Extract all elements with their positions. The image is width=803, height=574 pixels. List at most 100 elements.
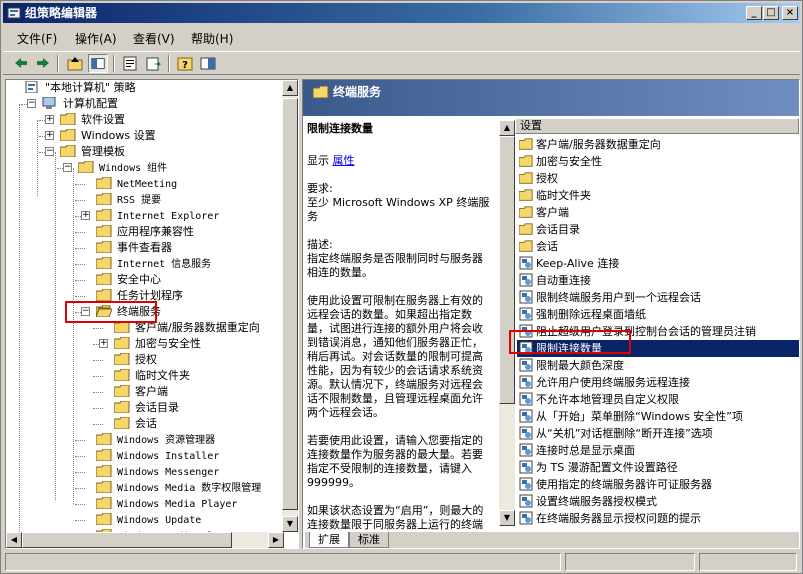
policy-setting-icon <box>519 443 533 457</box>
policy-setting-item[interactable]: 允许用户使用终端服务远程连接 <box>519 374 799 391</box>
close-button[interactable]: × <box>782 6 798 20</box>
collapse-icon[interactable]: − <box>27 99 36 108</box>
folder-icon <box>60 129 76 141</box>
expand-icon[interactable]: + <box>45 131 54 140</box>
tree-node[interactable]: 应用程序兼容性 <box>96 224 196 240</box>
export-list-icon[interactable] <box>143 54 163 73</box>
tree-node-label: 应用程序兼容性 <box>117 225 194 238</box>
policy-setting-item[interactable]: 限制最大颜色深度 <box>519 357 799 374</box>
properties-icon[interactable] <box>120 54 140 73</box>
scroll-down-icon[interactable]: ▼ <box>282 516 298 532</box>
settings-folder-item[interactable]: 授权 <box>519 170 799 187</box>
collapse-icon[interactable]: − <box>45 147 54 156</box>
scroll-up-icon[interactable]: ▲ <box>282 80 298 96</box>
desc-scroll-up-icon[interactable]: ▲ <box>499 120 515 136</box>
show-properties-line: 显示 属性 <box>307 154 355 167</box>
menu-help[interactable]: 帮助(H) <box>191 30 233 47</box>
tree-node[interactable]: 客户端 <box>114 384 170 400</box>
scroll-left-icon[interactable]: ◀ <box>6 532 22 548</box>
policy-setting-item[interactable]: 从“关机”对话框删除“断开连接”选项 <box>519 425 799 442</box>
tree-node[interactable]: 临时文件夹 <box>114 368 192 384</box>
description-paragraph-1: 使用此设置可限制在服务器上有效的远程会话的数量。如果超出指定数量，试图进行连接的… <box>307 294 483 419</box>
tree-node[interactable]: 加密与安全性 <box>114 336 203 352</box>
tree-node-label: 加密与安全性 <box>135 337 201 350</box>
tree-node[interactable]: Windows 资源管理器 <box>96 432 217 448</box>
description-scrollbar[interactable]: ▲ ▼ <box>499 120 515 526</box>
settings-folder-item[interactable]: 会话目录 <box>519 221 799 238</box>
scroll-thumb-h[interactable] <box>22 532 232 548</box>
settings-column-header[interactable]: 设置 <box>515 118 799 134</box>
show-tree-icon[interactable] <box>88 54 108 73</box>
policy-setting-item[interactable]: 在终端服务器显示授权问题的提示 <box>519 510 799 527</box>
policy-setting-item[interactable]: Keep-Alive 连接 <box>519 255 799 272</box>
tree-node[interactable]: Windows Media 数字权限管理 <box>96 480 263 496</box>
tree-node[interactable]: Windows 组件 <box>78 160 169 176</box>
tree-node[interactable]: Windows Messenger <box>96 464 221 480</box>
tree-node[interactable]: 软件设置 <box>60 112 127 128</box>
tree-node[interactable]: 安全中心 <box>96 272 163 288</box>
scroll-right-icon[interactable]: ▶ <box>268 532 284 548</box>
tree-node[interactable]: 管理模板 <box>60 144 127 160</box>
details-title: 终端服务 <box>333 85 382 99</box>
tree-horizontal-scrollbar[interactable]: ◀ ▶ <box>6 532 284 548</box>
tree-node[interactable]: 计算机配置 <box>42 96 120 112</box>
tree-node[interactable]: "本地计算机" 策略 <box>24 80 138 96</box>
collapse-icon[interactable]: − <box>63 163 72 172</box>
scroll-thumb[interactable] <box>282 98 298 510</box>
policy-setting-item[interactable]: 使用指定的终端服务器许可证服务器 <box>519 476 799 493</box>
tree-node[interactable]: 会话目录 <box>114 400 181 416</box>
show-hide-icon[interactable] <box>198 54 218 73</box>
tree-node-label: 事件查看器 <box>117 241 172 254</box>
tree-node[interactable]: Internet Explorer <box>96 208 221 224</box>
tree-node[interactable]: Internet 信息服务 <box>96 256 213 272</box>
tree-node[interactable]: NetMeeting <box>96 176 179 192</box>
policy-setting-icon <box>519 511 533 525</box>
help-icon[interactable]: ? <box>175 54 195 73</box>
expand-icon[interactable]: + <box>99 339 108 348</box>
policy-setting-item[interactable]: 连接时总是显示桌面 <box>519 442 799 459</box>
title-bar[interactable]: 组策略编辑器 _ □ × <box>3 3 800 23</box>
desc-scroll-track[interactable] <box>499 136 515 510</box>
policy-setting-item[interactable]: 强制删除远程桌面墙纸 <box>519 306 799 323</box>
tab-extended[interactable]: 扩展 <box>309 532 349 548</box>
policy-setting-item[interactable]: 限制终端服务用户到一个远程会话 <box>519 289 799 306</box>
up-folder-icon[interactable] <box>65 54 85 73</box>
tree-node[interactable]: Windows Media Player <box>96 496 239 512</box>
policy-setting-item[interactable]: 不允许本地管理员自定义权限 <box>519 391 799 408</box>
settings-folder-item[interactable]: 临时文件夹 <box>519 187 799 204</box>
settings-folder-item[interactable]: 客户端/服务器数据重定向 <box>519 136 799 153</box>
tree-node[interactable]: Windows 设置 <box>60 128 158 144</box>
tab-standard[interactable]: 标准 <box>349 532 389 548</box>
settings-folder-item[interactable]: 会话 <box>519 238 799 255</box>
policy-setting-item[interactable]: 设置终端服务器授权模式 <box>519 493 799 510</box>
tree-node[interactable]: 授权 <box>114 352 159 368</box>
list-item-label: 从「开始」菜单删除“Windows 安全性”项 <box>536 410 743 423</box>
tree-node[interactable]: 事件查看器 <box>96 240 174 256</box>
desc-scroll-thumb[interactable] <box>499 136 515 404</box>
tree-node[interactable]: Windows Update <box>96 512 203 528</box>
tree-node-label: Windows 资源管理器 <box>117 435 216 446</box>
policy-setting-item[interactable]: 为 TS 漫游配置文件设置路径 <box>519 459 799 476</box>
settings-folder-item[interactable]: 客户端 <box>519 204 799 221</box>
maximize-button[interactable]: □ <box>763 6 779 20</box>
back-icon[interactable] <box>11 54 31 73</box>
forward-icon[interactable] <box>33 54 53 73</box>
expand-icon[interactable]: + <box>45 115 54 124</box>
policy-setting-item[interactable]: 从「开始」菜单删除“Windows 安全性”项 <box>519 408 799 425</box>
policy-setting-item[interactable]: 自动重连接 <box>519 272 799 289</box>
tree-node[interactable]: Windows Installer <box>96 448 221 464</box>
menu-file[interactable]: 文件(F) <box>17 30 57 47</box>
menu-view[interactable]: 查看(V) <box>133 30 175 47</box>
tree-vertical-scrollbar[interactable]: ▲ ▼ <box>282 80 298 532</box>
tree-node[interactable]: 会话 <box>114 416 159 432</box>
highlight-box-tree <box>65 301 157 323</box>
expand-icon[interactable]: + <box>81 211 90 220</box>
folder-icon <box>519 138 533 150</box>
desc-scroll-down-icon[interactable]: ▼ <box>499 510 515 526</box>
minimize-button[interactable]: _ <box>746 6 762 20</box>
settings-folder-item[interactable]: 加密与安全性 <box>519 153 799 170</box>
menu-action[interactable]: 操作(A) <box>75 30 117 47</box>
policy-setting-icon <box>519 460 533 474</box>
tree-node[interactable]: RSS 提要 <box>96 192 163 208</box>
properties-link[interactable]: 属性 <box>333 154 355 167</box>
